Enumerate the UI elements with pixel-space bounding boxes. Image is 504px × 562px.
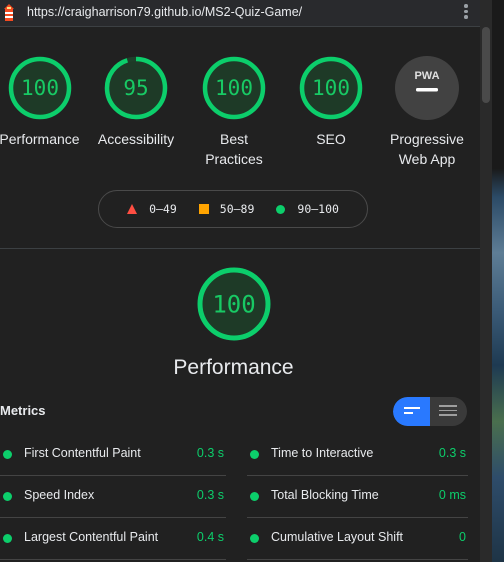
metric-label: First Contentful Paint [24, 446, 141, 460]
metric-row: Cumulative Layout Shift 0 [247, 517, 468, 560]
pass-dot-icon [3, 450, 12, 459]
gauge-seo[interactable]: 100 SEO [281, 55, 381, 149]
gauge-pwa[interactable]: PWA Progressive Web App [377, 55, 477, 169]
compact-lines-icon [404, 407, 420, 417]
svg-text:PWA: PWA [414, 70, 439, 82]
metrics-heading: Metrics [0, 403, 46, 418]
gauge-accessibility[interactable]: 95 Accessibility [86, 55, 186, 149]
gauge-score: 95 [123, 76, 148, 100]
legend-pass: 90–100 [276, 202, 339, 216]
gauge-score: 100 [312, 76, 350, 100]
gauge-ring: 100 [202, 56, 266, 120]
legend-fail: 0–49 [127, 202, 177, 216]
metric-value: 0.3 s [438, 446, 466, 460]
metric-label: Time to Interactive [271, 446, 374, 460]
gauge-score: 100 [215, 76, 253, 100]
more-options-icon[interactable] [463, 4, 469, 22]
lighthouse-icon [4, 4, 14, 21]
scrollbar-thumb[interactable] [482, 27, 490, 103]
legend-range: 90–100 [297, 202, 339, 216]
legend-average: 50–89 [198, 202, 255, 216]
expanded-lines-icon [439, 405, 457, 419]
metric-value: 0.3 s [196, 488, 224, 502]
gauge-label: Accessibility [97, 131, 175, 147]
background-page-strip [492, 0, 504, 562]
average-square-icon [198, 204, 209, 214]
gauge-best-practices[interactable]: 100 Best Practices [184, 55, 284, 169]
gauge-score: 100 [212, 291, 255, 319]
performance-gauge-large: 100 [196, 266, 272, 342]
url-text[interactable]: https://craigharrison79.github.io/MS2-Qu… [27, 5, 302, 19]
pwa-badge-icon: PWA [395, 56, 459, 120]
gauge-ring: 100 [8, 56, 71, 120]
pass-dot-icon [3, 492, 12, 501]
metric-label: Cumulative Layout Shift [271, 530, 404, 544]
metric-label: Largest Contentful Paint [24, 530, 159, 544]
pass-dot-icon [250, 492, 259, 501]
metric-label: Speed Index [24, 488, 95, 502]
address-bar[interactable]: https://craigharrison79.github.io/MS2-Qu… [0, 0, 480, 27]
metrics-view-toggle[interactable] [393, 397, 467, 426]
gauge-label: Progressive Web App [390, 131, 464, 167]
pass-dot-icon [250, 534, 259, 543]
metric-row: Largest Contentful Paint 0.4 s [0, 517, 226, 560]
gauge-ring: 100 [299, 56, 363, 120]
gauge-ring: 100 [197, 267, 271, 341]
metric-row: Time to Interactive 0.3 s [247, 433, 468, 476]
compact-view-button[interactable] [393, 397, 430, 426]
metric-row: Speed Index 0.3 s [0, 475, 226, 518]
section-divider [0, 248, 480, 249]
metric-value: 0 ms [438, 488, 466, 502]
gauge-score: 100 [21, 76, 59, 100]
gauge-ring: 95 [104, 56, 168, 120]
expanded-view-button[interactable] [430, 397, 467, 426]
pass-dot-icon [250, 450, 259, 459]
metric-row: First Contentful Paint 0.3 s [0, 433, 226, 476]
legend-range: 0–49 [149, 202, 177, 216]
gauge-label: Performance [0, 131, 80, 147]
metric-label: Total Blocking Time [271, 488, 379, 502]
gauge-label: SEO [316, 131, 346, 147]
fail-triangle-icon [127, 204, 138, 214]
metric-value: 0.4 s [196, 530, 224, 544]
score-legend: 0–49 50–89 90–100 [98, 190, 368, 228]
gauge-performance[interactable]: 100 Performance [0, 55, 91, 149]
gauge-label: Best Practices [205, 131, 263, 167]
pass-dot-icon [3, 534, 12, 543]
metric-row: Total Blocking Time 0 ms [247, 475, 468, 518]
performance-heading: Performance [173, 356, 294, 379]
metric-value: 0 [459, 530, 466, 544]
pass-circle-icon [276, 204, 286, 214]
metric-value: 0.3 s [196, 446, 224, 460]
legend-range: 50–89 [219, 202, 255, 216]
